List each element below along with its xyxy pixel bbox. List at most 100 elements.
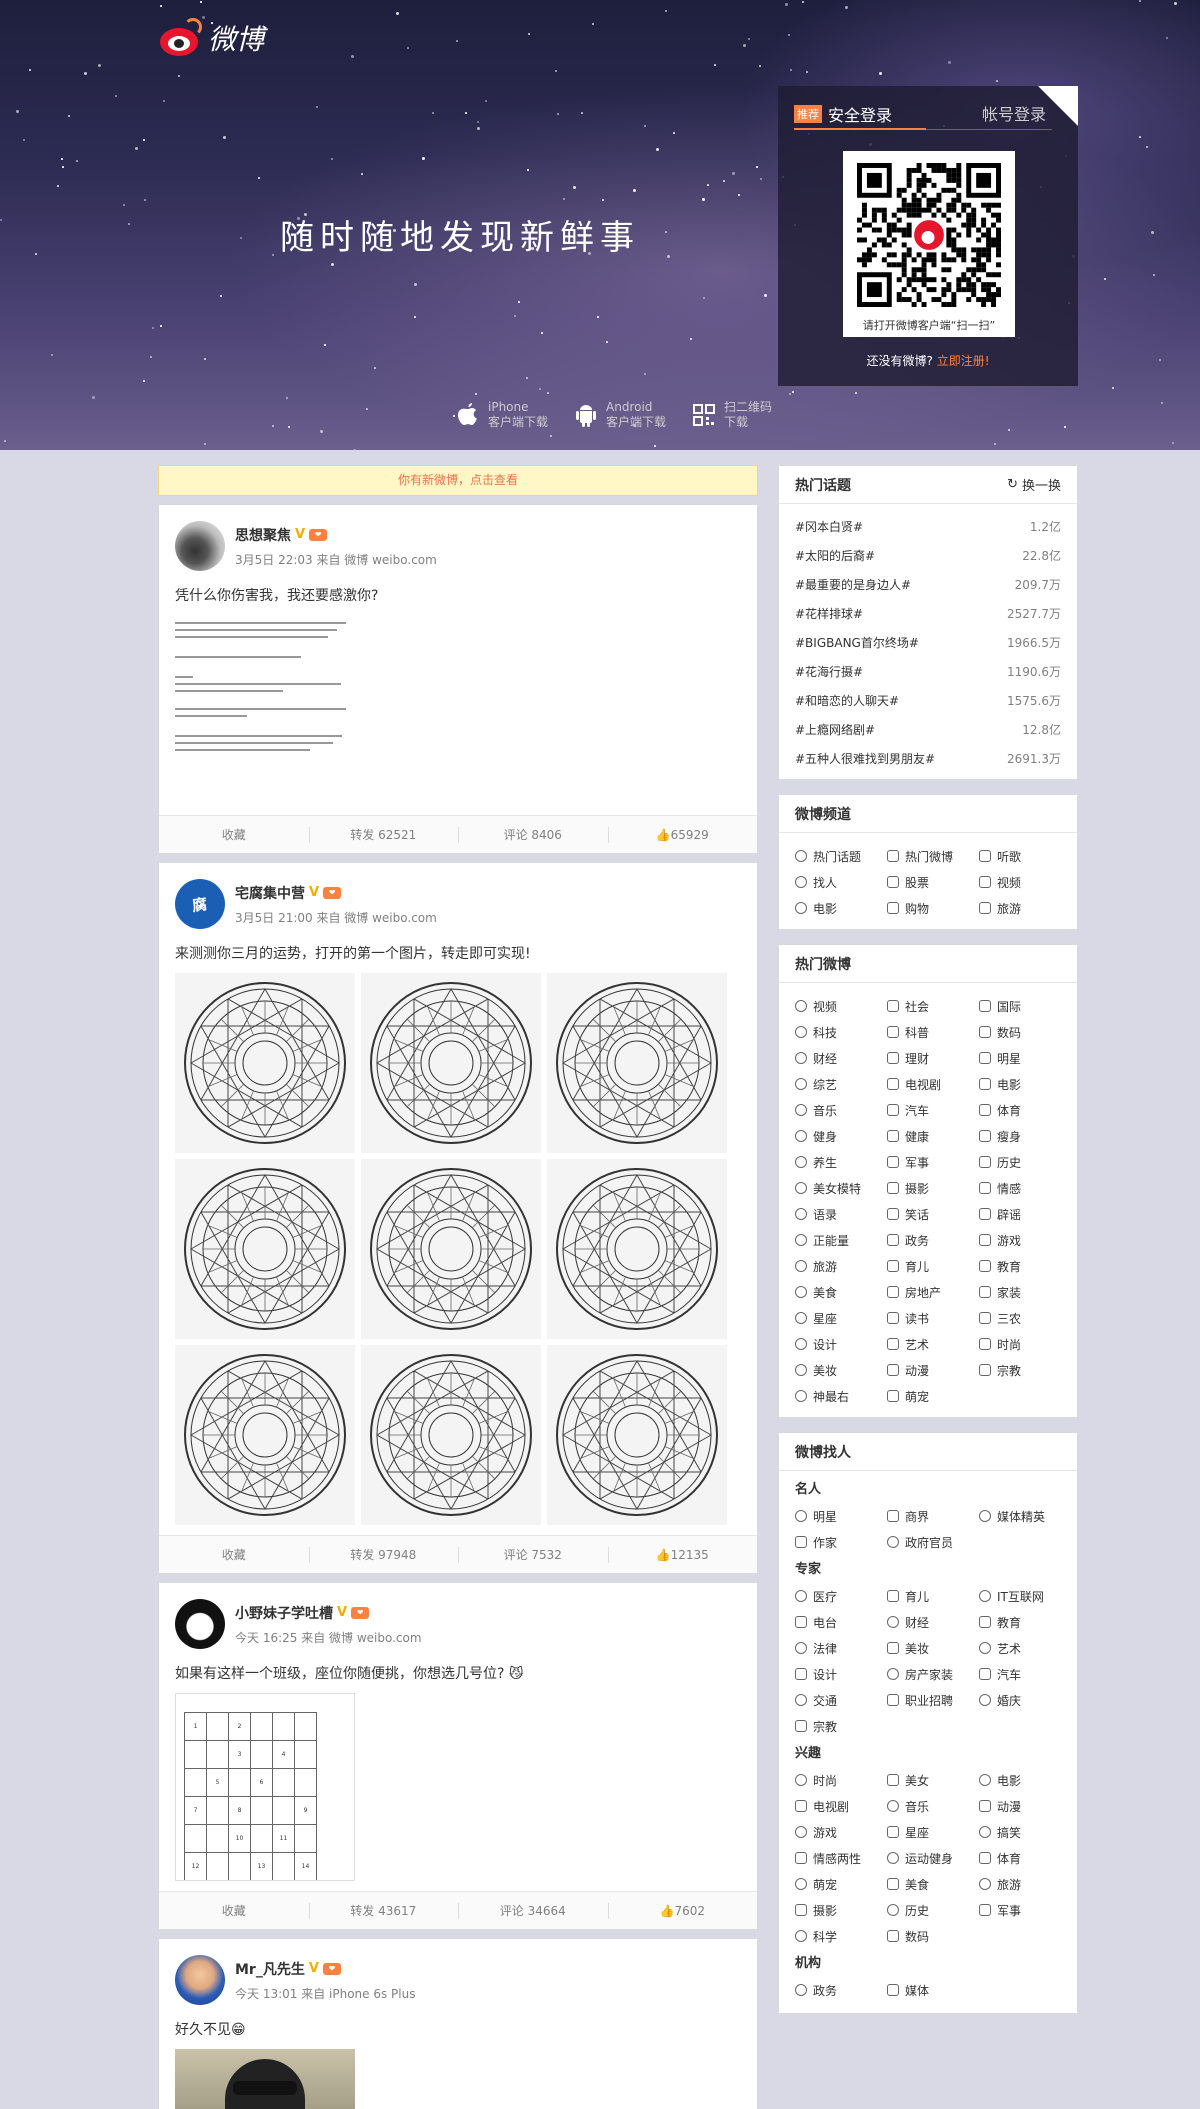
hot-weibo-item[interactable]: 瘦身 bbox=[979, 1123, 1071, 1149]
hot-weibo-item[interactable]: 社会 bbox=[887, 993, 979, 1019]
topic-item[interactable]: #太阳的后裔# 22.8亿 bbox=[795, 541, 1061, 570]
people-category-item[interactable]: 美食 bbox=[887, 1871, 979, 1897]
post-photo[interactable] bbox=[175, 2049, 355, 2109]
hot-weibo-item[interactable]: 电视剧 bbox=[887, 1071, 979, 1097]
people-category-item[interactable]: 美女 bbox=[887, 1767, 979, 1793]
people-category-item[interactable]: 时尚 bbox=[795, 1767, 887, 1793]
topic-item[interactable]: #花海行摄# 1190.6万 bbox=[795, 657, 1061, 686]
hot-weibo-item[interactable]: 摄影 bbox=[887, 1175, 979, 1201]
like-button[interactable]: 👍7602 bbox=[607, 1892, 758, 1929]
grid-image[interactable] bbox=[175, 1345, 355, 1525]
avatar[interactable] bbox=[175, 1599, 225, 1649]
hot-weibo-item[interactable]: 健康 bbox=[887, 1123, 979, 1149]
hot-weibo-item[interactable]: 读书 bbox=[887, 1305, 979, 1331]
hot-weibo-item[interactable]: 旅游 bbox=[795, 1253, 887, 1279]
people-category-item[interactable]: 交通 bbox=[795, 1687, 887, 1713]
people-category-item[interactable]: 美妆 bbox=[887, 1635, 979, 1661]
hot-weibo-item[interactable]: 笑话 bbox=[887, 1201, 979, 1227]
swap-button[interactable]: ↻ 换一换 bbox=[1007, 475, 1061, 494]
hot-weibo-item[interactable]: 美妆 bbox=[795, 1357, 887, 1383]
hot-weibo-item[interactable]: 时尚 bbox=[979, 1331, 1071, 1357]
people-category-item[interactable]: 音乐 bbox=[887, 1793, 979, 1819]
people-category-item[interactable]: 房产家装 bbox=[887, 1661, 979, 1687]
people-category-item[interactable]: 艺术 bbox=[979, 1635, 1071, 1661]
people-category-item[interactable]: 体育 bbox=[979, 1845, 1071, 1871]
like-button[interactable]: 👍65929 bbox=[607, 816, 758, 853]
comment-button[interactable]: 评论 8406 bbox=[458, 816, 608, 853]
channel-item[interactable]: 股票 bbox=[887, 869, 979, 895]
hot-weibo-item[interactable]: 美女模特 bbox=[795, 1175, 887, 1201]
hot-weibo-item[interactable]: 辟谣 bbox=[979, 1201, 1071, 1227]
hot-weibo-item[interactable]: 三农 bbox=[979, 1305, 1071, 1331]
hot-weibo-item[interactable]: 星座 bbox=[795, 1305, 887, 1331]
grid-image[interactable] bbox=[175, 973, 355, 1153]
post-image[interactable]: 12 34 56 789 10 11 12 13 14 bbox=[175, 1693, 355, 1881]
channel-item[interactable]: 热门微博 bbox=[887, 843, 979, 869]
hot-weibo-item[interactable]: 动漫 bbox=[887, 1357, 979, 1383]
people-category-item[interactable]: 宗教 bbox=[795, 1713, 887, 1739]
hot-weibo-item[interactable]: 科技 bbox=[795, 1019, 887, 1045]
hot-weibo-item[interactable]: 萌宠 bbox=[887, 1383, 979, 1409]
topic-item[interactable]: #上瘾网络剧# 12.8亿 bbox=[795, 715, 1061, 744]
hot-weibo-item[interactable]: 体育 bbox=[979, 1097, 1071, 1123]
grid-image[interactable] bbox=[361, 1345, 541, 1525]
comment-button[interactable]: 评论 7532 bbox=[458, 1536, 608, 1573]
people-category-item[interactable]: 情感两性 bbox=[795, 1845, 887, 1871]
hot-weibo-item[interactable]: 艺术 bbox=[887, 1331, 979, 1357]
people-category-item[interactable]: 汽车 bbox=[979, 1661, 1071, 1687]
people-category-item[interactable]: 育儿 bbox=[887, 1583, 979, 1609]
hot-weibo-item[interactable]: 视频 bbox=[795, 993, 887, 1019]
topic-item[interactable]: #和暗恋的人聊天# 1575.6万 bbox=[795, 686, 1061, 715]
people-category-item[interactable]: 电影 bbox=[979, 1767, 1071, 1793]
fav-button[interactable]: 收藏 bbox=[159, 1892, 309, 1929]
tab-safe-login[interactable]: 推荐 安全登录 bbox=[794, 100, 926, 130]
people-category-item[interactable]: 职业招聘 bbox=[887, 1687, 979, 1713]
topic-item[interactable]: #五种人很难找到男朋友# 2691.3万 bbox=[795, 744, 1061, 773]
hot-weibo-item[interactable]: 明星 bbox=[979, 1045, 1071, 1071]
hot-weibo-item[interactable]: 音乐 bbox=[795, 1097, 887, 1123]
tab-account-login[interactable]: 帐号登录 bbox=[982, 100, 1046, 130]
topic-item[interactable]: #花样排球# 2527.7万 bbox=[795, 599, 1061, 628]
hot-weibo-item[interactable]: 财经 bbox=[795, 1045, 887, 1071]
people-category-item[interactable]: 政府官员 bbox=[887, 1529, 979, 1555]
people-category-item[interactable]: 历史 bbox=[887, 1897, 979, 1923]
people-category-item[interactable]: 医疗 bbox=[795, 1583, 887, 1609]
new-weibo-notice[interactable]: 你有新微博，点击查看 bbox=[158, 465, 758, 496]
channel-item[interactable]: 视频 bbox=[979, 869, 1071, 895]
people-category-item[interactable]: 萌宠 bbox=[795, 1871, 887, 1897]
grid-image[interactable] bbox=[361, 1159, 541, 1339]
hot-weibo-item[interactable]: 语录 bbox=[795, 1201, 887, 1227]
people-category-item[interactable]: 设计 bbox=[795, 1661, 887, 1687]
register-link[interactable]: 立即注册! bbox=[937, 354, 990, 368]
comment-button[interactable]: 评论 34664 bbox=[458, 1892, 608, 1929]
grid-image[interactable] bbox=[361, 973, 541, 1153]
hot-weibo-item[interactable]: 健身 bbox=[795, 1123, 887, 1149]
hot-weibo-item[interactable]: 政务 bbox=[887, 1227, 979, 1253]
hot-weibo-item[interactable]: 汽车 bbox=[887, 1097, 979, 1123]
grid-image[interactable] bbox=[547, 973, 727, 1153]
hot-weibo-item[interactable]: 正能量 bbox=[795, 1227, 887, 1253]
avatar[interactable] bbox=[175, 1955, 225, 2005]
topic-item[interactable]: #冈本白贤# 1.2亿 bbox=[795, 512, 1061, 541]
people-category-item[interactable]: 军事 bbox=[979, 1897, 1071, 1923]
people-category-item[interactable]: 数码 bbox=[887, 1923, 979, 1949]
channel-item[interactable]: 找人 bbox=[795, 869, 887, 895]
nickname[interactable]: Mr_凡先生 bbox=[235, 1959, 305, 1979]
people-category-item[interactable]: 电视剧 bbox=[795, 1793, 887, 1819]
people-category-item[interactable]: 动漫 bbox=[979, 1793, 1071, 1819]
people-category-item[interactable]: 媒体精英 bbox=[979, 1503, 1071, 1529]
repost-button[interactable]: 转发 62521 bbox=[308, 816, 459, 853]
people-category-item[interactable]: 教育 bbox=[979, 1609, 1071, 1635]
nickname[interactable]: 小野妹子学吐槽 bbox=[235, 1603, 333, 1623]
hot-weibo-item[interactable]: 宗教 bbox=[979, 1357, 1071, 1383]
hot-weibo-item[interactable]: 理财 bbox=[887, 1045, 979, 1071]
download-qrcode[interactable]: 扫二维码 下载 bbox=[692, 400, 772, 430]
repost-button[interactable]: 转发 97948 bbox=[308, 1536, 459, 1573]
people-category-item[interactable]: 搞笑 bbox=[979, 1819, 1071, 1845]
hot-weibo-item[interactable]: 家装 bbox=[979, 1279, 1071, 1305]
people-category-item[interactable]: 商界 bbox=[887, 1503, 979, 1529]
people-category-item[interactable]: 作家 bbox=[795, 1529, 887, 1555]
grid-image[interactable] bbox=[547, 1345, 727, 1525]
hot-weibo-item[interactable]: 养生 bbox=[795, 1149, 887, 1175]
nickname[interactable]: 思想聚焦 bbox=[235, 525, 291, 545]
